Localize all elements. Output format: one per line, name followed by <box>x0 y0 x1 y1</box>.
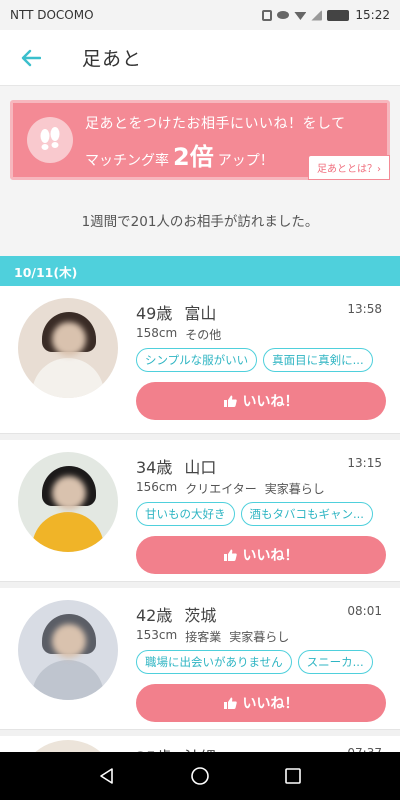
visitor-area: 山口 <box>184 458 217 477</box>
avatar-blurred-face <box>52 624 86 658</box>
interest-tag[interactable]: 真面目に真剣に... <box>263 348 373 372</box>
footprints-icon <box>27 117 73 163</box>
avatar-blurred-face <box>52 476 86 510</box>
banner-subline-suffix: アップ！ <box>217 153 274 169</box>
visitor-list: 49歳 富山 13:58 158cm その他 シンプルな服がいい 真面目に真剣に..… <box>0 286 400 730</box>
visitor-living: 実家暮らし <box>264 482 325 496</box>
nav-back-button[interactable] <box>96 765 118 787</box>
profile-details: 156cm クリエイター 実家暮らし <box>136 480 325 497</box>
like-button[interactable]: いいね！ <box>136 382 386 420</box>
summary-area: 足あとをつけたお相手にいいね！をして マッチング率 2倍 アップ！ 足あととは？… <box>0 86 400 256</box>
visitor-age: 34歳 <box>136 458 173 477</box>
back-arrow-icon <box>21 49 41 66</box>
carrier-label: NTT DOCOMO <box>10 8 94 22</box>
eye-icon <box>277 11 290 19</box>
like-label: いいね！ <box>242 394 299 410</box>
visit-time: 13:58 <box>347 302 382 316</box>
like-button[interactable]: いいね！ <box>136 536 386 574</box>
nav-recent-button[interactable] <box>282 765 304 787</box>
visitor-height: 158cm <box>136 326 178 340</box>
interest-tag[interactable]: シンプルな服がいい <box>136 348 258 372</box>
visitor-height: 153cm <box>136 628 178 642</box>
visitor-job: 接客業 <box>185 630 222 644</box>
like-label: いいね！ <box>242 548 299 564</box>
banner-subline-prefix: マッチング率 <box>85 153 169 169</box>
visitor-job: その他 <box>185 328 222 342</box>
visitor-area: 富山 <box>184 304 217 323</box>
interest-tag[interactable]: 酒もタバコもギャン... <box>240 502 373 526</box>
interest-tag[interactable]: スニーカ... <box>297 650 373 674</box>
status-bar: NTT DOCOMO 15:22 <box>0 0 400 30</box>
avatar[interactable] <box>18 298 118 398</box>
banner-subline: マッチング率 2倍 アップ！ <box>85 137 274 172</box>
battery-icon <box>327 9 350 21</box>
visit-time: 08:01 <box>347 604 382 618</box>
back-triangle-icon <box>99 768 113 784</box>
list-item[interactable]: 49歳 富山 13:58 158cm その他 シンプルな服がいい 真面目に真剣に..… <box>0 286 400 434</box>
tag-list: 職場に出会いがありません スニーカ... <box>136 650 386 674</box>
thumbs-up-icon <box>223 395 237 407</box>
visit-summary: 1週間で201人のお相手が訪れました。 <box>81 214 319 230</box>
promo-banner: 足あとをつけたお相手にいいね！をして マッチング率 2倍 アップ！ 足あととは？… <box>10 100 390 180</box>
what-is-footprints-link[interactable]: 足あととは？› <box>308 155 390 180</box>
visitor-age: 49歳 <box>136 304 173 323</box>
profile-details: 158cm その他 <box>136 326 229 343</box>
thumbs-up-icon <box>223 697 237 709</box>
visitor-area: 茨城 <box>184 606 217 625</box>
wifi-icon <box>294 12 307 20</box>
name-line: 34歳 山口 <box>136 454 216 478</box>
avatar-body <box>32 660 104 700</box>
avatar[interactable] <box>18 600 118 700</box>
visitor-living: 実家暮らし <box>229 630 290 644</box>
avatar[interactable] <box>18 452 118 552</box>
app-header: 足あと <box>0 30 400 86</box>
visitor-age: 42歳 <box>136 606 173 625</box>
date-header: 10/11(木) <box>0 256 400 286</box>
signal-icon <box>311 9 323 21</box>
avatar-blurred-face <box>52 322 86 356</box>
profile-details: 153cm 接客業 実家暮らし <box>136 628 289 645</box>
back-button[interactable] <box>18 45 44 71</box>
visitor-height: 156cm <box>136 480 178 494</box>
interest-tag[interactable]: 職場に出会いがありません <box>136 650 292 674</box>
banner-multiplier: 2倍 <box>173 143 214 171</box>
visit-time: 13:15 <box>347 456 382 470</box>
visitor-job: クリエイター <box>185 482 257 496</box>
name-line: 49歳 富山 <box>136 300 216 324</box>
list-item[interactable]: 34歳 山口 13:15 156cm クリエイター 実家暮らし 甘いもの大好き 酒も… <box>0 434 400 582</box>
avatar-body <box>32 512 104 552</box>
avatar-body <box>32 358 104 398</box>
vibrate-icon <box>262 9 273 21</box>
recent-square-icon <box>285 768 302 784</box>
interest-tag[interactable]: 甘いもの大好き <box>136 502 235 526</box>
tag-list: シンプルな服がいい 真面目に真剣に... <box>136 348 386 372</box>
like-button[interactable]: いいね！ <box>136 684 386 722</box>
status-right: 15:22 <box>262 8 390 22</box>
status-icons <box>262 9 350 21</box>
nav-home-button[interactable] <box>189 765 211 787</box>
tag-list: 甘いもの大好き 酒もタバコもギャン... <box>136 502 386 526</box>
home-circle-icon <box>191 767 209 785</box>
thumbs-up-icon <box>223 549 237 561</box>
banner-headline: 足あとをつけたお相手にいいね！をして <box>85 116 346 132</box>
list-item[interactable]: 42歳 茨城 08:01 153cm 接客業 実家暮らし 職場に出会いがありません… <box>0 582 400 730</box>
like-label: いいね！ <box>242 696 299 712</box>
name-line: 42歳 茨城 <box>136 602 216 626</box>
page-title: 足あと <box>82 48 143 70</box>
status-time: 15:22 <box>355 8 390 22</box>
navigation-bar <box>0 752 400 800</box>
